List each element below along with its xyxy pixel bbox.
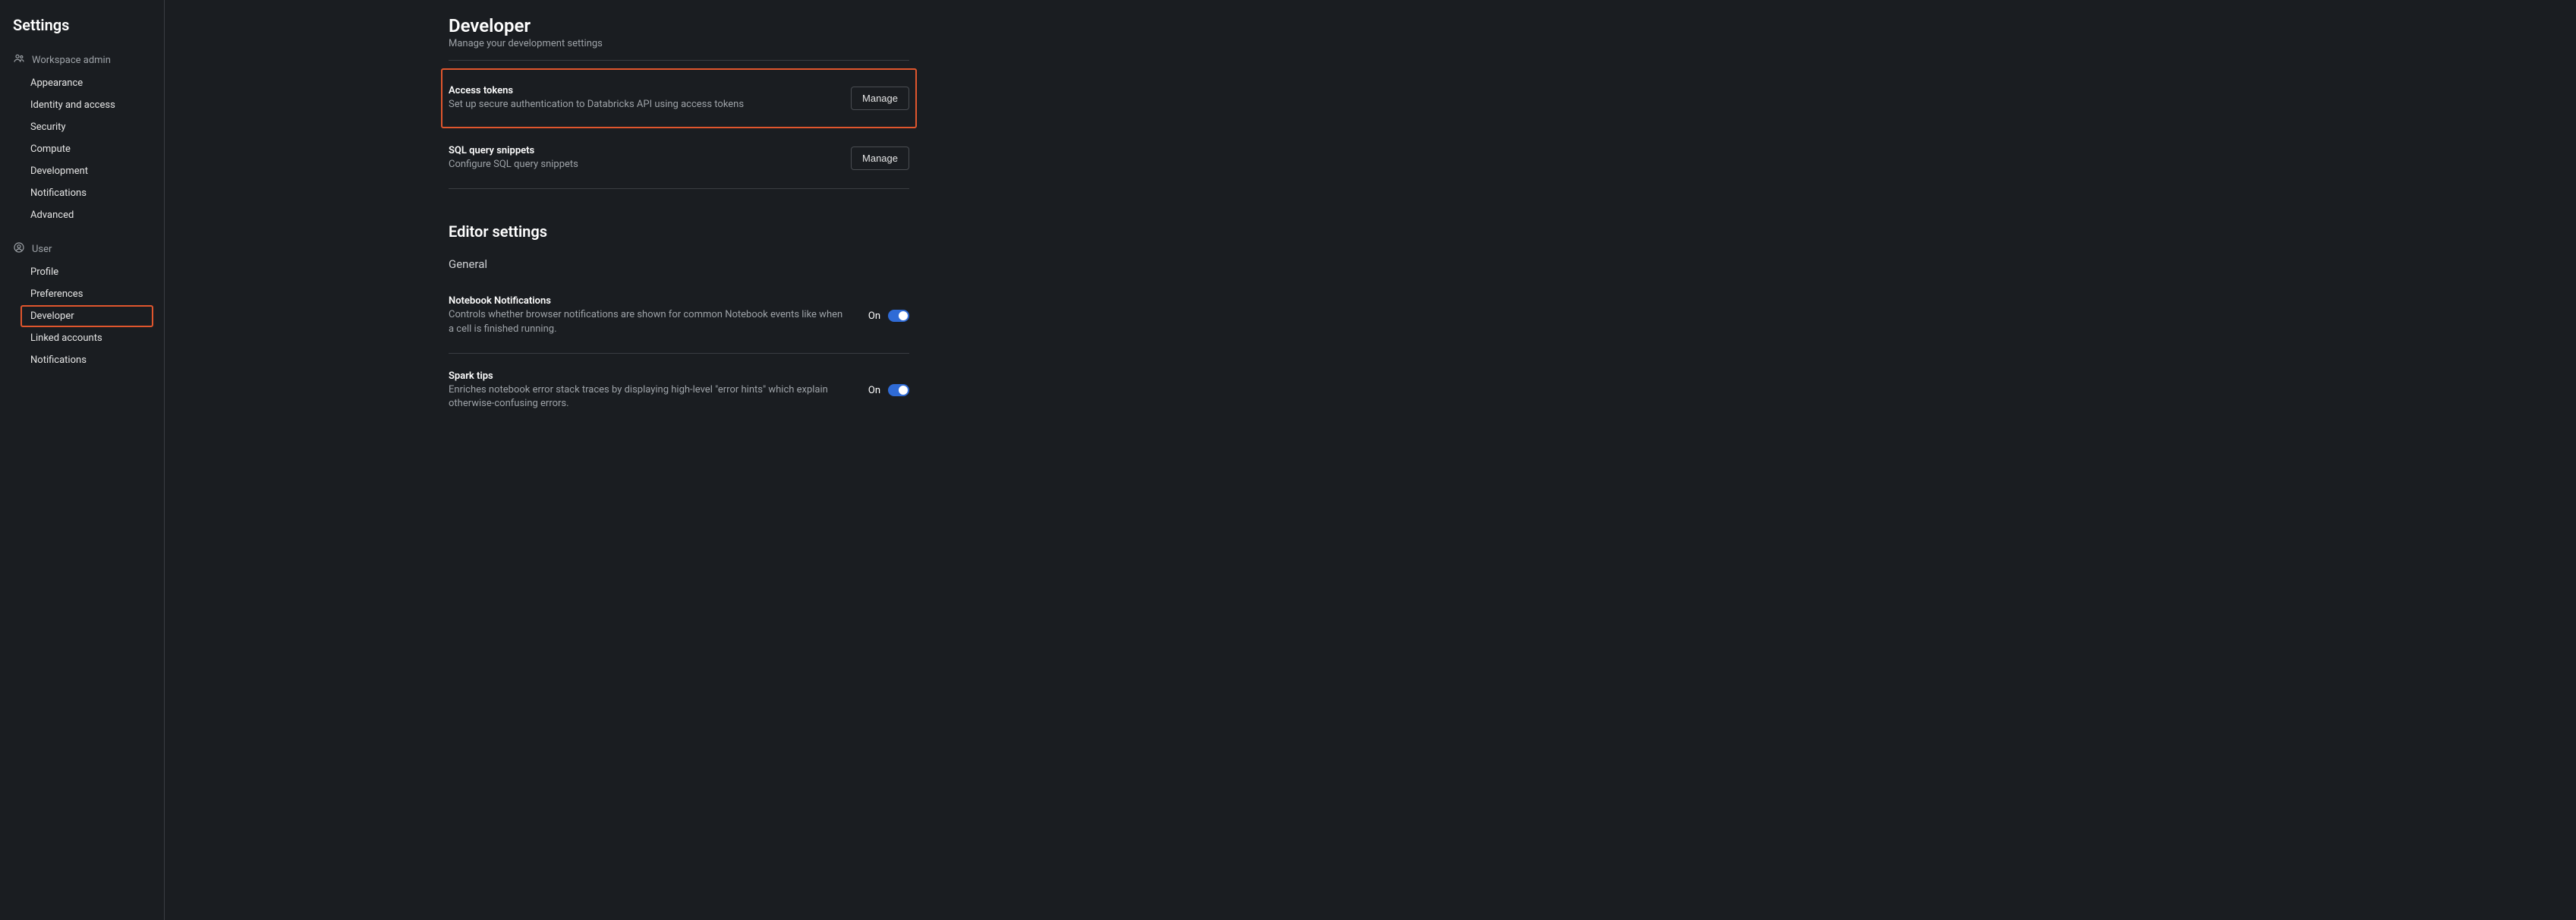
- nav-notifications-ws[interactable]: Notifications: [0, 182, 164, 204]
- setting-title: SQL query snippets: [449, 145, 833, 156]
- manage-sql-snippets-button[interactable]: Manage: [851, 147, 909, 170]
- editor-general-subheading: General: [449, 257, 909, 271]
- setting-title: Notebook Notifications: [449, 295, 850, 307]
- nav-linked-accounts[interactable]: Linked accounts: [0, 327, 164, 349]
- nav-profile[interactable]: Profile: [0, 261, 164, 283]
- notebook-notifications-toggle[interactable]: [888, 310, 909, 322]
- setting-desc: Configure SQL query snippets: [449, 158, 833, 172]
- user-icon: [13, 241, 25, 257]
- spark-tips-toggle[interactable]: [888, 384, 909, 396]
- setting-desc: Set up secure authentication to Databric…: [449, 98, 833, 112]
- setting-text: Spark tips Enriches notebook error stack…: [449, 370, 850, 411]
- workspace-admin-icon: [13, 52, 25, 68]
- content-column: Developer Manage your development settin…: [449, 15, 909, 427]
- setting-sql-snippets: SQL query snippets Configure SQL query s…: [449, 128, 909, 188]
- nav-identity-access[interactable]: Identity and access: [0, 94, 164, 116]
- divider: [449, 60, 909, 61]
- nav-security[interactable]: Security: [0, 116, 164, 138]
- setting-access-tokens: Access tokens Set up secure authenticati…: [441, 68, 917, 128]
- nav-appearance[interactable]: Appearance: [0, 72, 164, 94]
- setting-spark-tips: Spark tips Enriches notebook error stack…: [449, 354, 909, 427]
- nav-advanced[interactable]: Advanced: [0, 204, 164, 226]
- nav-compute[interactable]: Compute: [0, 138, 164, 160]
- settings-sidebar: Settings Workspace admin Appearance Iden…: [0, 0, 165, 920]
- page-subtitle: Manage your development settings: [449, 38, 909, 49]
- setting-desc: Enriches notebook error stack traces by …: [449, 383, 850, 411]
- setting-notebook-notifications: Notebook Notifications Controls whether …: [449, 279, 909, 352]
- nav-preferences[interactable]: Preferences: [0, 283, 164, 305]
- section-workspace-admin: Workspace admin: [0, 48, 164, 72]
- setting-title: Spark tips: [449, 370, 850, 382]
- nav-development[interactable]: Development: [0, 160, 164, 182]
- section-header-label: Workspace admin: [32, 55, 111, 66]
- nav-notifications-user[interactable]: Notifications: [0, 349, 164, 371]
- manage-access-tokens-button[interactable]: Manage: [851, 87, 909, 110]
- divider: [449, 188, 909, 189]
- setting-text: Access tokens Set up secure authenticati…: [449, 85, 833, 112]
- setting-text: Notebook Notifications Controls whether …: [449, 295, 850, 336]
- setting-desc: Controls whether browser notifications a…: [449, 308, 850, 336]
- toggle-state-label: On: [868, 310, 880, 322]
- section-user: User: [0, 237, 164, 261]
- section-header-label: User: [32, 244, 52, 255]
- sidebar-title: Settings: [0, 13, 164, 48]
- main-content: Developer Manage your development settin…: [165, 0, 2576, 920]
- toggle-group: On: [868, 310, 909, 322]
- toggle-state-label: On: [868, 385, 880, 396]
- toggle-group: On: [868, 384, 909, 396]
- settings-layout: Settings Workspace admin Appearance Iden…: [0, 0, 2576, 920]
- page-title: Developer: [449, 15, 909, 36]
- setting-text: SQL query snippets Configure SQL query s…: [449, 145, 833, 172]
- setting-title: Access tokens: [449, 85, 833, 96]
- nav-developer[interactable]: Developer: [20, 305, 153, 327]
- editor-settings-heading: Editor settings: [449, 222, 909, 241]
